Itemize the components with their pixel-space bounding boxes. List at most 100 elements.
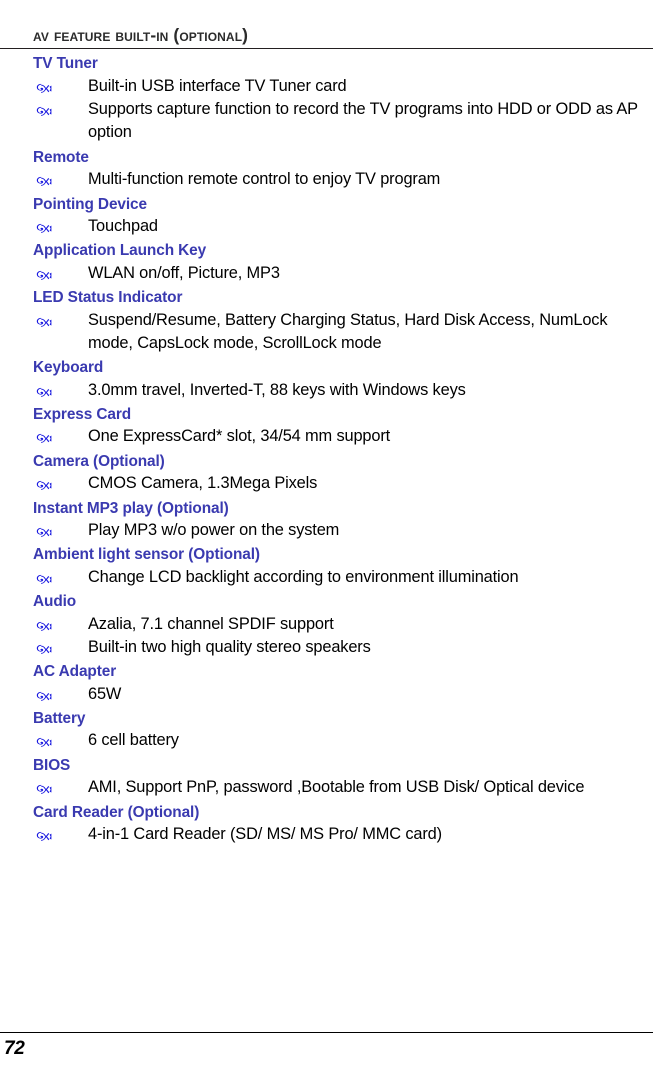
bullet-text: AMI, Support PnP, password ,Bootable fro… (88, 778, 585, 797)
section-heading: Instant MP3 play (Optional) (33, 499, 229, 517)
swirl-flourish-bullet-icon (36, 567, 88, 585)
swirl-flourish-bullet-icon (36, 777, 88, 795)
bullet-list: Play MP3 w/o power on the system (33, 519, 649, 542)
bullet-item: Azalia, 7.1 channel SPDIF support (33, 613, 649, 636)
bullet-text: Play MP3 w/o power on the system (88, 521, 340, 539)
bullet-item: 4-in-1 Card Reader (SD/ MS/ MS Pro/ MMC … (33, 823, 649, 846)
bullet-list: Suspend/Resume, Battery Charging Status,… (33, 309, 649, 356)
bullet-text: Multi-function remote control to enjoy T… (88, 170, 441, 189)
spec-section: Instant MP3 play (Optional) Play MP3 w/o … (33, 497, 649, 543)
bullet-item: 3.0mm travel, Inverted-T, 88 keys with W… (33, 379, 649, 402)
spec-section: Remote Multi-function remote control to e… (33, 146, 649, 192)
title-divider (0, 44, 653, 51)
bullet-text: CMOS Camera, 1.3Mega Pixels (88, 474, 318, 493)
bullet-text: Supports capture function to record the … (88, 100, 638, 142)
swirl-flourish-bullet-icon (36, 216, 88, 234)
page-number: 72 (4, 1038, 25, 1059)
spec-section: LED Status Indicator Suspend/Resume, Batt… (33, 286, 649, 355)
bullet-text: Suspend/Resume, Battery Charging Status,… (88, 310, 608, 352)
bullet-item: Suspend/Resume, Battery Charging Status,… (33, 309, 649, 356)
bullet-text: 65W (88, 684, 122, 703)
section-heading: Ambient light sensor (Optional) (33, 546, 260, 564)
swirl-flourish-bullet-icon (36, 614, 88, 632)
swirl-flourish-bullet-icon (36, 684, 88, 702)
bullet-item: 65W (33, 683, 649, 706)
swirl-flourish-bullet-icon (36, 310, 88, 328)
bullet-text: Azalia, 7.1 channel SPDIF support (88, 614, 334, 633)
bullet-list: CMOS Camera, 1.3Mega Pixels (33, 472, 649, 495)
bullet-text: Change LCD backlight according to enviro… (88, 567, 519, 586)
section-heading: AC Adapter (33, 663, 117, 681)
spec-section: Application Launch Key WLAN on/off, Pictu… (33, 239, 649, 285)
section-heading: TV Tuner (33, 55, 98, 73)
spec-section: Card Reader (Optional) 4-in-1 Card Reader… (33, 801, 649, 847)
spec-section: Battery 6 cell battery (33, 707, 649, 753)
spec-section: Audio Azalia, 7.1 channel SPDIF support Bu… (33, 590, 649, 659)
swirl-flourish-bullet-icon (36, 824, 88, 842)
swirl-flourish-bullet-icon (36, 169, 88, 187)
page-footer: 72 (0, 1014, 653, 1076)
section-heading: Remote (33, 148, 89, 166)
bullet-item: Change LCD backlight according to enviro… (33, 566, 649, 589)
spec-section: BIOS AMI, Support PnP, password ,Bootable… (33, 754, 649, 800)
bullet-list: AMI, Support PnP, password ,Bootable fro… (33, 776, 649, 799)
bullet-list: One ExpressCard* slot, 34/54 mm support (33, 425, 649, 448)
spec-section: Pointing Device Touchpad (33, 193, 649, 239)
section-heading: LED Status Indicator (33, 289, 183, 307)
page-title: AV Feature Built-in (Optional) (33, 25, 249, 45)
bullet-item: Built-in two high quality stereo speaker… (33, 636, 649, 659)
bullet-list: 4-in-1 Card Reader (SD/ MS/ MS Pro/ MMC … (33, 823, 649, 846)
bullet-item: WLAN on/off, Picture, MP3 (33, 262, 649, 285)
swirl-flourish-bullet-icon (36, 473, 88, 491)
bullet-item: Built-in USB interface TV Tuner card (33, 75, 649, 98)
swirl-flourish-bullet-icon (36, 426, 88, 444)
section-heading: Express Card (33, 405, 132, 423)
spec-section: Ambient light sensor (Optional) Change LC… (33, 543, 649, 589)
spec-section: Keyboard 3.0mm travel, Inverted-T, 88 key… (33, 356, 649, 402)
section-heading: Battery (33, 709, 86, 727)
bullet-list: Built-in USB interface TV Tuner card Supp… (33, 75, 649, 145)
section-heading: BIOS (33, 756, 71, 774)
page-content: AV Feature Built-in (Optional) TV Tuner B… (0, 0, 653, 846)
bullet-text: Built-in USB interface TV Tuner card (88, 76, 347, 95)
section-heading: Keyboard (33, 359, 104, 377)
bullet-list: Multi-function remote control to enjoy T… (33, 168, 649, 191)
spec-section: AC Adapter 65W (33, 660, 649, 706)
bullet-item: CMOS Camera, 1.3Mega Pixels (33, 472, 649, 495)
bullet-list: Touchpad (33, 215, 649, 238)
bullet-text: Touchpad (88, 217, 158, 236)
spec-section: Camera (Optional) CMOS Camera, 1.3Mega Pi… (33, 450, 649, 496)
bullet-list: Change LCD backlight according to enviro… (33, 566, 649, 589)
title-divider-line (0, 48, 653, 50)
bullet-list: Azalia, 7.1 channel SPDIF support Built-i… (33, 613, 649, 660)
bullet-text: 3.0mm travel, Inverted-T, 88 keys with W… (88, 380, 466, 399)
bullet-item: One ExpressCard* slot, 34/54 mm support (33, 425, 649, 448)
bullet-text: WLAN on/off, Picture, MP3 (88, 263, 280, 282)
section-heading: Application Launch Key (33, 242, 207, 260)
section-heading: Card Reader (Optional) (33, 803, 200, 821)
footer-divider-line (0, 1032, 653, 1033)
section-heading: Pointing Device (33, 195, 147, 213)
bullet-item: AMI, Support PnP, password ,Bootable fro… (33, 776, 649, 799)
bullet-list: 3.0mm travel, Inverted-T, 88 keys with W… (33, 379, 649, 402)
bullet-item: 6 cell battery (33, 729, 649, 752)
spec-section: Express Card One ExpressCard* slot, 34/54… (33, 403, 649, 449)
swirl-flourish-bullet-icon (36, 730, 88, 748)
swirl-flourish-bullet-icon (36, 99, 88, 117)
bullet-list: 6 cell battery (33, 729, 649, 752)
swirl-flourish-bullet-icon (36, 263, 88, 281)
bullet-text: 4-in-1 Card Reader (SD/ MS/ MS Pro/ MMC … (88, 824, 442, 843)
swirl-flourish-bullet-icon (36, 637, 88, 655)
bullet-list: WLAN on/off, Picture, MP3 (33, 262, 649, 285)
document-page: AV Feature Built-in (Optional) TV Tuner B… (0, 0, 653, 1076)
bullet-item: Supports capture function to record the … (33, 98, 649, 145)
spec-section: TV Tuner Built-in USB interface TV Tuner … (33, 52, 649, 144)
bullet-list: 65W (33, 683, 649, 706)
bullet-text: Built-in two high quality stereo speaker… (88, 637, 371, 656)
swirl-flourish-bullet-icon (36, 380, 88, 398)
bullet-item: Multi-function remote control to enjoy T… (33, 168, 649, 191)
section-heading: Camera (Optional) (33, 452, 165, 470)
spec-sections: TV Tuner Built-in USB interface TV Tuner … (33, 52, 649, 846)
section-heading: Audio (33, 593, 77, 611)
bullet-item: Play MP3 w/o power on the system (33, 519, 649, 542)
